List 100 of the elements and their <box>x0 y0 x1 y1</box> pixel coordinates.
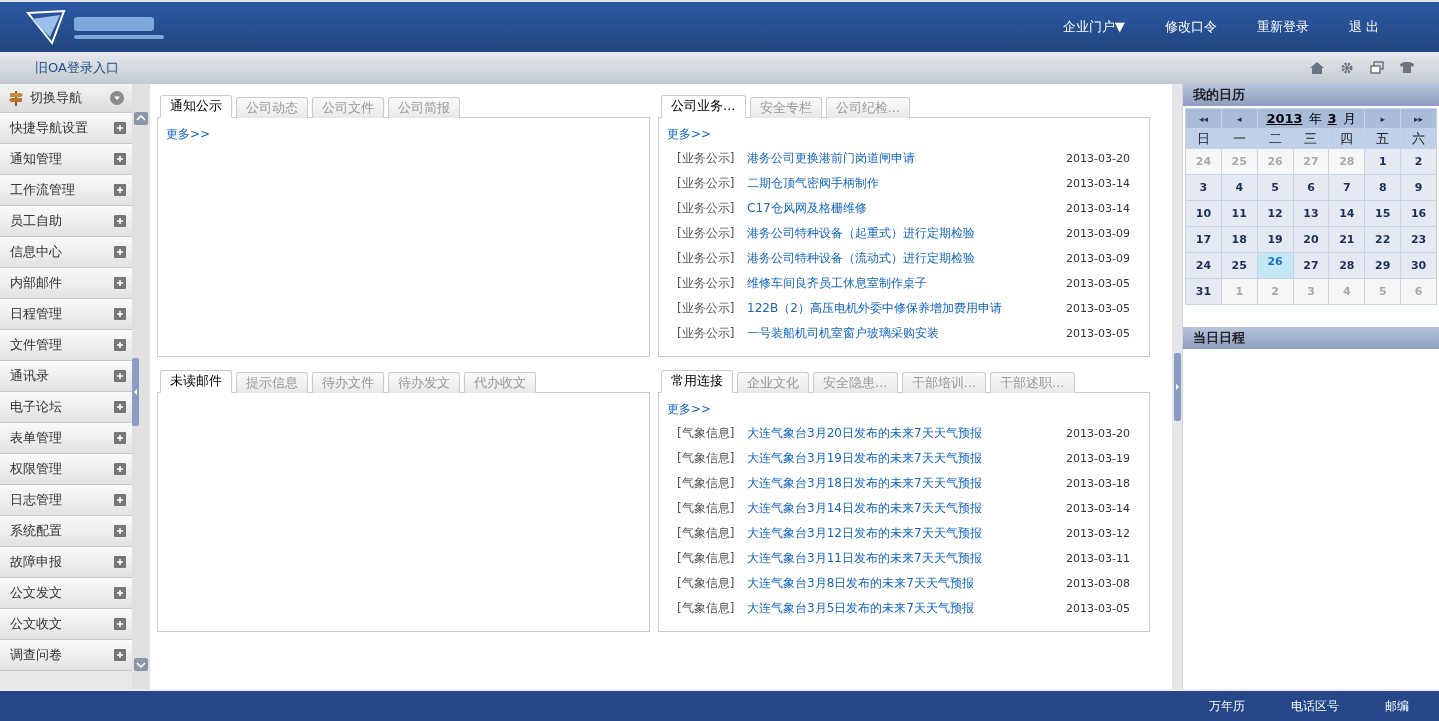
news-title-link[interactable]: 大连气象台3月12日发布的未来7天天气预报 <box>747 525 982 542</box>
calendar-day[interactable]: 20 <box>1293 227 1329 252</box>
news-title-link[interactable]: 二期仓顶气密阀手柄制作 <box>747 175 879 192</box>
year-link[interactable]: 2013 <box>1266 111 1303 126</box>
calendar-day[interactable]: 16 <box>1401 201 1436 226</box>
sidebar-item[interactable]: 表单管理 <box>0 423 132 454</box>
news-title-link[interactable]: 大连气象台3月19日发布的未来7天天气预报 <box>747 450 982 467</box>
sidebar-item[interactable]: 系统配置 <box>0 516 132 547</box>
tab[interactable]: 常用连接 <box>661 370 733 393</box>
calendar-day[interactable]: 3 <box>1186 175 1221 200</box>
sidebar-item[interactable]: 通知管理 <box>0 144 132 175</box>
tab[interactable]: 未读邮件 <box>160 370 232 393</box>
expand-icon[interactable] <box>114 370 126 382</box>
news-title-link[interactable]: 港务公司更换港前门岗道闸申请 <box>747 150 915 167</box>
header-link[interactable]: 修改口令 <box>1164 18 1217 36</box>
news-title-link[interactable]: 一号装船机司机室窗户玻璃采购安装 <box>747 325 939 342</box>
news-title-link[interactable]: 大连气象台3月20日发布的未来7天天气预报 <box>747 425 982 442</box>
expand-icon[interactable] <box>114 618 126 630</box>
next-year-button[interactable]: ▸▸ <box>1401 109 1436 128</box>
calendar-day[interactable]: 21 <box>1329 227 1365 252</box>
expand-handle-icon[interactable] <box>1173 352 1181 421</box>
sidebar-item[interactable]: 信息中心 <box>0 237 132 268</box>
sidebar-item[interactable]: 工作流管理 <box>0 175 132 206</box>
next-month-button[interactable]: ▸ <box>1365 109 1401 128</box>
sidebar-item[interactable]: 日志管理 <box>0 485 132 516</box>
calendar-day[interactable]: 26 <box>1257 253 1293 278</box>
news-title-link[interactable]: C17仓风网及格栅维修 <box>747 200 867 217</box>
news-title-link[interactable]: 大连气象台3月5日发布的未来7天天气预报 <box>747 600 974 617</box>
home-icon[interactable] <box>1309 60 1325 76</box>
scroll-up-icon[interactable] <box>134 112 148 125</box>
sidebar-item[interactable]: 员工自助 <box>0 206 132 237</box>
calendar-day[interactable]: 1 <box>1365 149 1401 174</box>
calendar-day[interactable]: 28 <box>1329 253 1365 278</box>
news-title-link[interactable]: 港务公司特种设备（流动式）进行定期检验 <box>747 250 975 267</box>
calendar-day[interactable]: 13 <box>1293 201 1329 226</box>
calendar-day[interactable]: 18 <box>1221 227 1257 252</box>
old-oa-login-link[interactable]: 旧OA登录入口 <box>35 59 119 77</box>
footer-link[interactable]: 电话区号 <box>1291 697 1339 715</box>
calendar-day[interactable]: 14 <box>1329 201 1365 226</box>
calendar-day[interactable]: 9 <box>1401 175 1436 200</box>
calendar-day[interactable]: 17 <box>1186 227 1221 252</box>
news-title-link[interactable]: 大连气象台3月11日发布的未来7天天气预报 <box>747 550 982 567</box>
sidebar-item[interactable]: 公文发文 <box>0 578 132 609</box>
calendar-day[interactable]: 30 <box>1401 253 1436 278</box>
windows-icon[interactable] <box>1369 60 1385 76</box>
news-title-link[interactable]: 维修车间良齐员工休息室制作桌子 <box>747 275 927 292</box>
more-link[interactable]: 更多>> <box>166 126 641 146</box>
sidebar-item[interactable]: 文件管理 <box>0 330 132 361</box>
sidebar-item[interactable]: 调查问卷 <box>0 640 132 671</box>
prev-month-button[interactable]: ◂ <box>1221 109 1257 128</box>
calendar-day[interactable]: 29 <box>1365 253 1401 278</box>
expand-icon[interactable] <box>114 215 126 227</box>
month-link[interactable]: 3 <box>1327 111 1337 126</box>
calendar-day[interactable]: 15 <box>1365 201 1401 226</box>
expand-icon[interactable] <box>114 153 126 165</box>
news-title-link[interactable]: 122B（2）高压电机外委中修保养增加费用申请 <box>747 300 1002 317</box>
tab[interactable]: 公司业务… <box>661 95 746 118</box>
expand-icon[interactable] <box>114 246 126 258</box>
switch-navigation-header[interactable]: 切换导航 <box>0 84 132 113</box>
header-link[interactable]: 退 出 <box>1348 18 1379 36</box>
news-title-link[interactable]: 港务公司特种设备（起重式）进行定期检验 <box>747 225 975 242</box>
more-link[interactable]: 更多>> <box>667 401 1141 421</box>
calendar-day[interactable]: 12 <box>1257 201 1293 226</box>
calendar-day[interactable]: 2 <box>1401 149 1436 174</box>
calendar-day[interactable]: 11 <box>1221 201 1257 226</box>
calendar-day[interactable]: 25 <box>1221 253 1257 278</box>
footer-link[interactable]: 邮编 <box>1385 697 1409 715</box>
news-title-link[interactable]: 大连气象台3月8日发布的未来7天天气预报 <box>747 575 974 592</box>
scroll-down-icon[interactable] <box>134 658 148 671</box>
calendar-day[interactable]: 22 <box>1365 227 1401 252</box>
expand-icon[interactable] <box>114 525 126 537</box>
calendar-day[interactable]: 6 <box>1293 175 1329 200</box>
sidebar-item[interactable]: 快捷导航设置 <box>0 113 132 144</box>
expand-icon[interactable] <box>114 339 126 351</box>
calendar-day[interactable]: 31 <box>1186 279 1221 304</box>
calendar-day[interactable]: 5 <box>1257 175 1293 200</box>
expand-icon[interactable] <box>114 556 126 568</box>
tab[interactable]: 通知公示 <box>160 95 232 118</box>
expand-icon[interactable] <box>114 401 126 413</box>
header-link[interactable]: 企业门户▼ <box>1062 18 1125 36</box>
calendar-day[interactable]: 24 <box>1186 253 1221 278</box>
sidebar-item[interactable]: 电子论坛 <box>0 392 132 423</box>
calendar-day[interactable]: 10 <box>1186 201 1221 226</box>
calendar-day[interactable]: 8 <box>1365 175 1401 200</box>
collapse-icon[interactable] <box>110 91 124 105</box>
sidebar-item[interactable]: 权限管理 <box>0 454 132 485</box>
expand-icon[interactable] <box>114 122 126 134</box>
expand-icon[interactable] <box>114 432 126 444</box>
more-link[interactable]: 更多>> <box>667 126 1141 146</box>
calendar-day[interactable]: 23 <box>1401 227 1436 252</box>
sidebar-item[interactable]: 内部邮件 <box>0 268 132 299</box>
expand-icon[interactable] <box>114 494 126 506</box>
footer-link[interactable]: 万年历 <box>1209 697 1245 715</box>
expand-icon[interactable] <box>114 463 126 475</box>
calendar-day[interactable]: 27 <box>1293 253 1329 278</box>
expand-icon[interactable] <box>114 587 126 599</box>
sidebar-item[interactable]: 故障申报 <box>0 547 132 578</box>
news-title-link[interactable]: 大连气象台3月18日发布的未来7天天气预报 <box>747 475 982 492</box>
calendar-day[interactable]: 4 <box>1221 175 1257 200</box>
shirt-icon[interactable] <box>1399 60 1415 76</box>
